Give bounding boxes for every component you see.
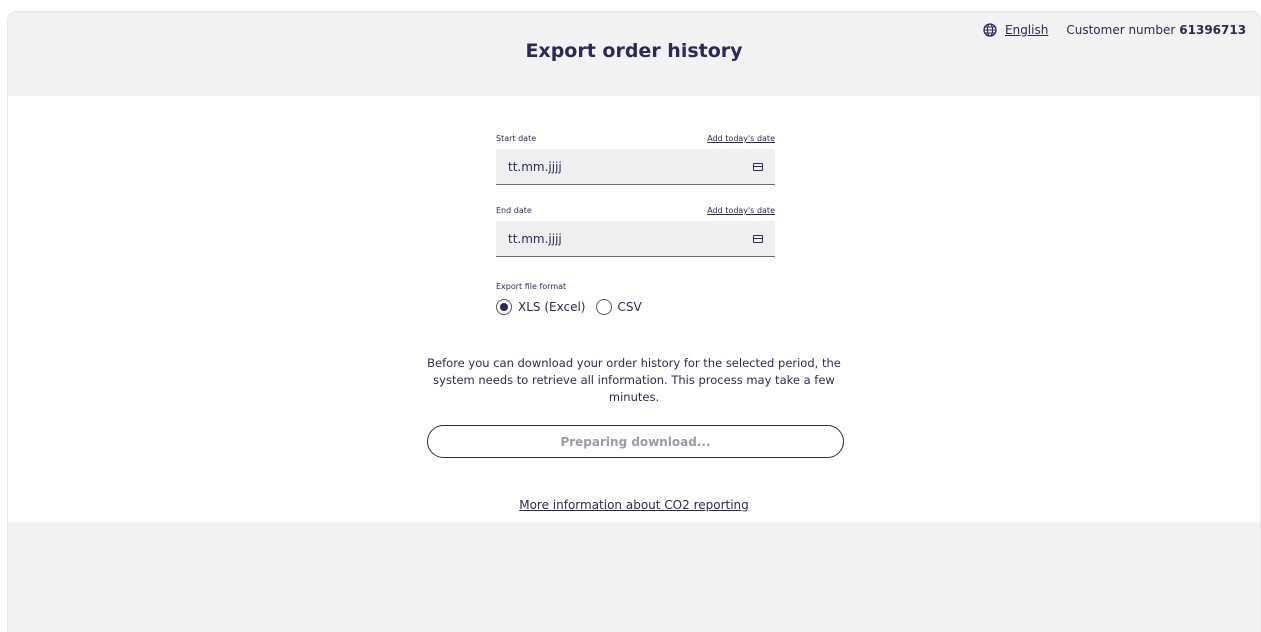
page-title: Export order history <box>525 40 743 62</box>
customer-number-label: Customer number <box>1066 23 1176 37</box>
end-date-field: End date Add today's date tt.mm.jjjj <box>496 206 775 257</box>
end-date-placeholder: tt.mm.jjjj <box>508 231 562 246</box>
radio-csv[interactable] <box>595 299 612 315</box>
start-date-today-link[interactable]: Add today's date <box>707 134 775 143</box>
header: Export order history English Customer nu… <box>8 12 1260 96</box>
end-date-label: End date <box>496 206 532 215</box>
export-format-label: Export file format <box>496 282 567 291</box>
language-link[interactable]: English <box>1005 23 1048 37</box>
co2-info-link[interactable]: More information about CO2 reporting <box>8 498 1260 512</box>
download-info-text: Before you can download your order histo… <box>427 356 841 404</box>
calendar-icon[interactable] <box>753 234 763 243</box>
start-date-input[interactable]: tt.mm.jjjj <box>496 149 775 185</box>
export-format-options: XLS (Excel) CSV <box>496 299 652 315</box>
end-date-today-link[interactable]: Add today's date <box>707 206 775 215</box>
calendar-icon[interactable] <box>753 162 763 171</box>
radio-xls-label[interactable]: XLS (Excel) <box>518 300 586 314</box>
start-date-field: Start date Add today's date tt.mm.jjjj <box>496 134 775 185</box>
preparing-download-button[interactable]: Preparing download... <box>427 425 844 458</box>
end-date-input[interactable]: tt.mm.jjjj <box>496 221 775 257</box>
header-utilities: English Customer number 61396713 <box>983 21 1246 39</box>
radio-xls[interactable] <box>496 299 512 315</box>
start-date-label: Start date <box>496 134 537 143</box>
footer <box>8 522 1260 632</box>
main-content: Start date Add today's date tt.mm.jjjj E… <box>8 96 1260 522</box>
customer-number: 61396713 <box>1179 23 1247 37</box>
app-frame: Export order history English Customer nu… <box>8 12 1260 632</box>
start-date-placeholder: tt.mm.jjjj <box>508 159 562 174</box>
radio-csv-label[interactable]: CSV <box>618 300 642 314</box>
globe-icon <box>983 23 997 37</box>
